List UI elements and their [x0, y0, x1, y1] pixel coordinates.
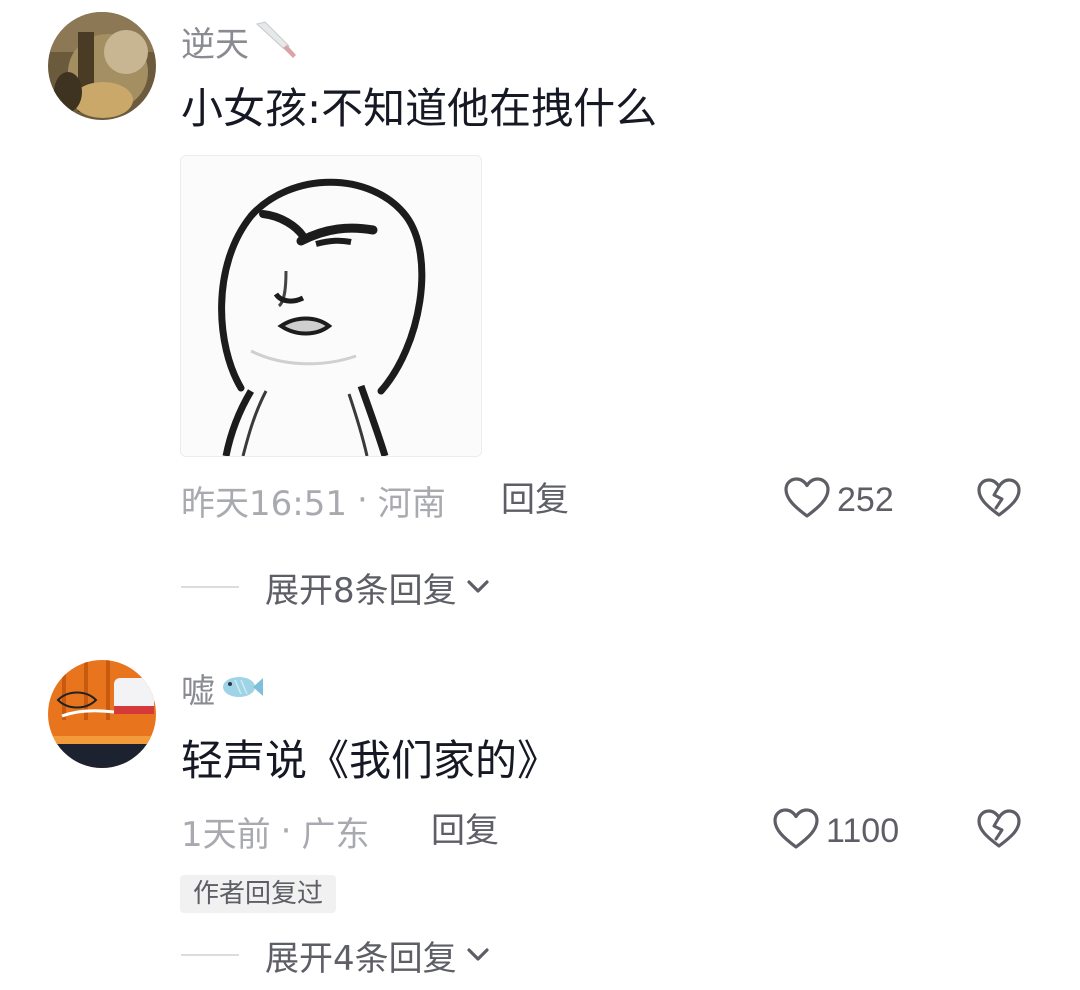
comment-location: 河南: [377, 483, 446, 524]
expand-replies-button[interactable]: 展开8条回复: [181, 562, 493, 612]
comment-meta: 昨天16:51 · 河南: [181, 475, 446, 525]
avatar[interactable]: [48, 12, 156, 120]
like-button[interactable]: 252: [783, 475, 894, 525]
like-button[interactable]: 1100: [772, 806, 899, 856]
username[interactable]: 嘘: [181, 670, 265, 713]
reply-button[interactable]: 回复: [501, 475, 569, 525]
comment-item: 嘘 轻声说《我们家的》 1天前 · 广东 回复 1100 作者回复过 展开4条回…: [0, 640, 1080, 990]
username[interactable]: 逆天: [181, 20, 297, 69]
broken-heart-icon: [976, 808, 1022, 854]
knife-icon: [253, 20, 297, 69]
comment-text: 小女孩:不知道他在拽什么: [181, 84, 658, 133]
dislike-button[interactable]: [974, 475, 1024, 525]
expand-replies-button[interactable]: 展开4条回复: [181, 930, 493, 980]
avatar[interactable]: [48, 660, 156, 768]
comment-time: 1天前: [181, 814, 271, 855]
sticker-image[interactable]: [180, 155, 482, 457]
fish-icon: [219, 670, 265, 713]
heart-icon: [772, 807, 820, 855]
expand-replies-label: 展开8条回复: [265, 570, 457, 611]
heart-icon: [783, 476, 831, 524]
comment-location: 广东: [301, 814, 370, 855]
comment-item: 逆天 小女孩:不知道他在拽什么 昨天16:51 · 河南 回复 252 展开8条…: [0, 0, 1080, 640]
username-text: 逆天: [181, 24, 249, 65]
comment-text: 轻声说《我们家的》: [181, 736, 560, 785]
expand-divider-line: [181, 954, 239, 956]
meta-separator: ·: [280, 811, 292, 851]
broken-heart-icon: [976, 477, 1022, 523]
username-text: 嘘: [181, 671, 215, 712]
chevron-down-icon: [463, 572, 493, 602]
like-count: 252: [837, 480, 894, 519]
expand-replies-label: 展开4条回复: [265, 938, 457, 979]
dislike-button[interactable]: [974, 806, 1024, 856]
reply-button[interactable]: 回复: [431, 806, 499, 856]
meta-separator: ·: [356, 480, 368, 520]
like-count: 1100: [826, 811, 900, 850]
chevron-down-icon: [463, 940, 493, 970]
author-replied-badge: 作者回复过: [180, 875, 337, 913]
comment-time: 昨天16:51: [181, 483, 347, 524]
comment-meta: 1天前 · 广东: [181, 806, 369, 856]
expand-divider-line: [181, 586, 239, 588]
